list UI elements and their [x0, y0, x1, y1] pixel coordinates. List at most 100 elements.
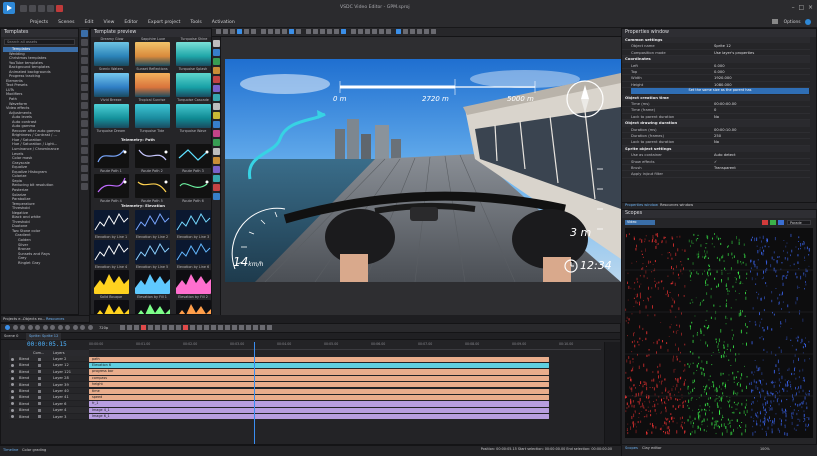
select-icon[interactable]: [216, 29, 221, 34]
line-icon[interactable]: [213, 103, 220, 110]
timeline-tool-icon[interactable]: [246, 325, 251, 330]
timeline-tool-icon[interactable]: [134, 325, 139, 330]
audio-icon[interactable]: [213, 58, 220, 65]
tab-resources-window[interactable]: Resources window: [660, 203, 693, 207]
menu-editor[interactable]: Editor: [119, 17, 143, 28]
chart-icon[interactable]: [213, 112, 220, 119]
sprite-icon[interactable]: [213, 148, 220, 155]
path-template-thumbnail[interactable]: [135, 144, 170, 168]
timeline-tool-icon[interactable]: [176, 325, 181, 330]
timeline-clip[interactable]: time: [89, 388, 549, 394]
blend-icon[interactable]: [396, 29, 401, 34]
template-thumbnail[interactable]: [94, 104, 129, 128]
category-icon[interactable]: [81, 84, 88, 91]
fill-template-thumbnail[interactable]: [94, 300, 129, 314]
guide-icon[interactable]: [379, 29, 384, 34]
elevation-template-thumbnail[interactable]: [176, 240, 211, 264]
pause-icon[interactable]: [12, 325, 18, 330]
hand-icon[interactable]: [223, 29, 228, 34]
category-icon[interactable]: [81, 66, 88, 73]
eye-icon[interactable]: [334, 29, 339, 34]
tab-resources[interactable]: Resources: [46, 317, 64, 321]
timeline-tool-icon[interactable]: [267, 325, 272, 330]
stroke-icon[interactable]: [358, 29, 363, 34]
maximize-icon[interactable]: □: [798, 4, 804, 11]
mask-icon[interactable]: [386, 29, 391, 34]
track-row[interactable]: Blend Layer 3: [9, 413, 89, 420]
video-icon[interactable]: [213, 49, 220, 56]
spectrum-icon[interactable]: [213, 184, 220, 191]
play-icon[interactable]: [5, 325, 10, 330]
timeline-tool-icon[interactable]: [120, 325, 125, 330]
ungroup-icon[interactable]: [320, 29, 325, 34]
track-visibility-icon[interactable]: [11, 408, 14, 412]
tab-scopes[interactable]: Scopes: [625, 446, 638, 450]
track-lock-icon[interactable]: [38, 363, 41, 367]
track-visibility-icon[interactable]: [11, 415, 14, 419]
fill-template-thumbnail[interactable]: [94, 270, 129, 294]
align-icon[interactable]: [268, 29, 273, 34]
track-lock-icon[interactable]: [38, 395, 41, 399]
template-thumbnail[interactable]: [135, 104, 170, 128]
fill-template-thumbnail[interactable]: [135, 300, 170, 314]
tab-projects-explorer[interactable]: Projects e...: [3, 317, 24, 321]
fill-icon[interactable]: [351, 29, 356, 34]
track-visibility-icon[interactable]: [11, 357, 14, 361]
timeline-clip[interactable]: path: [89, 356, 549, 362]
timeline-tool-icon[interactable]: [169, 325, 174, 330]
blue-channel-toggle[interactable]: [778, 220, 784, 225]
track-lock-icon[interactable]: [38, 376, 41, 380]
track-lock-icon[interactable]: [38, 357, 41, 361]
category-icon[interactable]: [81, 57, 88, 64]
elevation-template-thumbnail[interactable]: [94, 210, 129, 234]
fill-template-thumbnail[interactable]: [176, 270, 211, 294]
template-thumbnail[interactable]: [176, 104, 211, 128]
path-template-thumbnail[interactable]: [94, 144, 129, 168]
path-template-thumbnail[interactable]: [176, 144, 211, 168]
timeline-zoom-label[interactable]: 720p: [99, 326, 108, 330]
grid-icon[interactable]: [282, 29, 287, 34]
tab-timeline[interactable]: Timeline: [3, 448, 18, 452]
layer-down-icon[interactable]: [306, 29, 311, 34]
menu-view[interactable]: View: [98, 17, 119, 28]
timeline-tool-icon[interactable]: [197, 325, 202, 330]
particle-icon[interactable]: [213, 166, 220, 173]
layout-icon[interactable]: [772, 19, 779, 24]
options-button[interactable]: Options: [784, 20, 801, 25]
category-icon[interactable]: [81, 165, 88, 172]
video-preview[interactable]: 0 m 2720 m 5000 m 14km/h 3 m 12:34: [225, 59, 621, 282]
flip-icon[interactable]: [275, 29, 280, 34]
menu-tools[interactable]: Tools: [185, 17, 206, 28]
tab-properties-window[interactable]: Properties window: [625, 203, 658, 207]
category-icon[interactable]: [81, 39, 88, 46]
ellipse-icon[interactable]: [213, 94, 220, 101]
track-lock-icon[interactable]: [38, 389, 41, 393]
help-icon[interactable]: [805, 18, 811, 25]
image-icon[interactable]: [213, 67, 220, 74]
layer-up-icon[interactable]: [296, 29, 301, 34]
text-tool-icon[interactable]: [213, 76, 220, 83]
timeline-tool-icon[interactable]: [190, 325, 195, 330]
stop-icon[interactable]: [424, 29, 429, 34]
minimize-icon[interactable]: –: [792, 4, 795, 11]
rotate-icon[interactable]: [261, 29, 266, 34]
category-icon[interactable]: [81, 129, 88, 136]
track-lock-icon[interactable]: [38, 370, 41, 374]
tree-item[interactable]: Ringlet Gray: [3, 261, 78, 266]
category-icon[interactable]: [81, 147, 88, 154]
track-visibility-icon[interactable]: [11, 383, 14, 387]
stop-icon[interactable]: [20, 325, 25, 330]
unlink-icon[interactable]: [410, 29, 415, 34]
template-thumbnail[interactable]: [94, 42, 129, 66]
red-channel-toggle[interactable]: [762, 220, 768, 225]
track-lock-icon[interactable]: [38, 383, 41, 387]
category-icon[interactable]: [81, 174, 88, 181]
track-lock-icon[interactable]: [38, 415, 41, 419]
waveform-icon[interactable]: [213, 175, 220, 182]
category-icon[interactable]: [81, 156, 88, 163]
status-zoom[interactable]: 100%: [760, 447, 770, 451]
template-thumbnail[interactable]: [94, 73, 129, 97]
category-icon[interactable]: [81, 30, 88, 37]
timeline-tool-icon[interactable]: [239, 325, 244, 330]
group-icon[interactable]: [313, 29, 318, 34]
